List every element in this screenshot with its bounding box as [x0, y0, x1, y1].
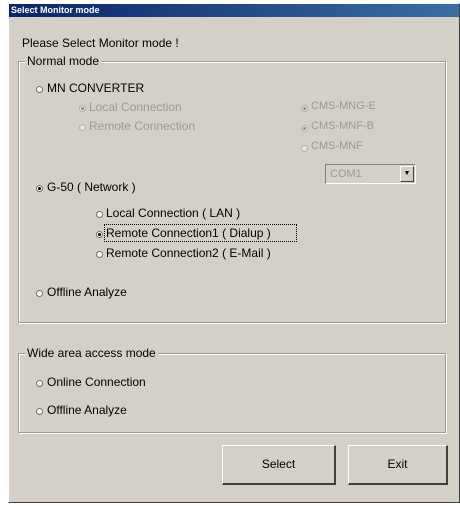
chevron-down-icon[interactable]: ▼: [400, 166, 414, 182]
g50-network-radio[interactable]: [36, 185, 43, 192]
mn-local-connection-label[interactable]: Local Connection: [89, 100, 182, 114]
normal-offline-analyze-radio[interactable]: [36, 290, 43, 297]
wide-area-access-legend: Wide area access mode: [25, 346, 158, 360]
cms-mnf-label[interactable]: CMS-MNF: [311, 140, 363, 152]
g50-remote-email-label[interactable]: Remote Connection2 ( E-Mail ): [106, 246, 271, 260]
cms-mnf-b-label[interactable]: CMS-MNF-B: [311, 120, 374, 132]
mn-converter-radio[interactable]: [36, 86, 43, 93]
cms-mnf-radio[interactable]: [301, 145, 308, 152]
mn-remote-connection-radio[interactable]: [79, 124, 86, 131]
select-monitor-mode-dialog: Select Monitor mode Please Select Monito…: [8, 3, 460, 503]
cms-mnu-e-radio[interactable]: [301, 105, 308, 112]
com-port-value: COM1: [330, 168, 362, 180]
com-port-select[interactable]: COM1 ▼: [325, 164, 416, 184]
prompt-text: Please Select Monitor mode !: [22, 36, 179, 50]
g50-remote-dialup-radio[interactable]: [96, 231, 103, 238]
normal-mode-legend: Normal mode: [25, 54, 102, 68]
wide-online-connection-label[interactable]: Online Connection: [47, 375, 146, 389]
mn-converter-label[interactable]: MN CONVERTER: [47, 81, 144, 95]
window-title: Select Monitor mode: [9, 4, 459, 17]
g50-remote-email-radio[interactable]: [96, 251, 103, 258]
normal-offline-analyze-label[interactable]: Offline Analyze: [47, 285, 127, 299]
g50-remote-dialup-label[interactable]: Remote Connection1 ( Dialup ): [106, 226, 271, 240]
g50-local-lan-label[interactable]: Local Connection ( LAN ): [106, 206, 240, 220]
wide-offline-analyze-label[interactable]: Offline Analyze: [47, 403, 127, 417]
wide-offline-analyze-radio[interactable]: [36, 408, 43, 415]
cms-mnf-b-radio[interactable]: [301, 125, 308, 132]
g50-network-label[interactable]: G-50 ( Network ): [47, 180, 136, 194]
mn-remote-connection-label[interactable]: Remote Connection: [89, 119, 195, 133]
cms-mnu-e-label[interactable]: CMS-MNG-E: [311, 100, 376, 112]
wide-online-connection-radio[interactable]: [36, 380, 43, 387]
g50-local-lan-radio[interactable]: [96, 211, 103, 218]
select-button[interactable]: Select: [222, 445, 336, 485]
wide-area-access-group: Wide area access mode: [18, 346, 446, 433]
exit-button[interactable]: Exit: [348, 445, 448, 485]
mn-local-connection-radio[interactable]: [79, 105, 86, 112]
